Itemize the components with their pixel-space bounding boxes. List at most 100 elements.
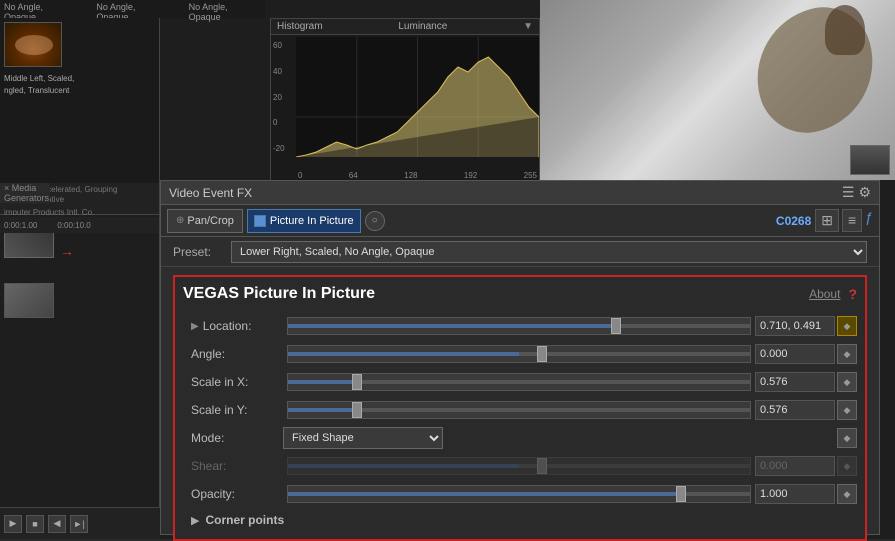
cat-preview [540, 0, 895, 180]
shear-value: 0.000 [755, 456, 835, 476]
pip-btn-label: Picture In Picture [270, 215, 354, 227]
pip-checkbox[interactable] [254, 215, 266, 227]
top-labels: No Angle, Opaque No Angle, Opaque No Ang… [0, 0, 265, 18]
histogram-x-axis: 0 64 128 192 255 [296, 171, 539, 180]
scale-x-row: Scale in X: 0.576 ◆ [183, 369, 857, 395]
shear-slider [287, 457, 751, 475]
angle-thumb[interactable] [537, 346, 547, 362]
opacity-slider[interactable] [287, 485, 751, 503]
opacity-value: 1.000 [755, 484, 835, 504]
panel-menu-icon[interactable]: ☰ [842, 184, 855, 201]
timeline-arrow: → [60, 243, 74, 259]
pip-button-group[interactable]: Picture In Picture [247, 209, 361, 233]
panel-title: Video Event FX [169, 186, 252, 200]
scale-x-value: 0.576 [755, 372, 835, 392]
mode-label: Mode: [183, 431, 283, 445]
scale-y-thumb[interactable] [352, 402, 362, 418]
shear-thumb [537, 458, 547, 474]
toolbar-fx-icon[interactable]: ƒ [865, 209, 873, 232]
opacity-thumb[interactable] [676, 486, 686, 502]
panel-icons: ☰ ⚙ [842, 184, 871, 201]
angle-row: Angle: 0.000 ◆ [183, 341, 857, 367]
opacity-row: Opacity: 1.000 ◆ [183, 481, 857, 507]
histogram-header: Histogram Luminance ▼ [271, 19, 539, 35]
timecode-bar: 0:00:1.00 0:00:10.0 [0, 217, 159, 233]
histogram-title: Histogram [277, 21, 323, 32]
location-slider[interactable] [287, 317, 751, 335]
scale-x-keyframe[interactable]: ◆ [837, 372, 857, 392]
media-generators-tab[interactable]: × Media Generators [0, 183, 53, 203]
location-value: 0.710, 0.491 [755, 316, 835, 336]
panel-close-icon[interactable]: ⚙ [858, 184, 871, 201]
pan-crop-icon: ⊕ [176, 215, 184, 226]
mode-keyframe[interactable]: ◆ [837, 428, 857, 448]
toolbar-list-icon[interactable]: ≡ [842, 209, 862, 232]
scale-y-row: Scale in Y: 0.576 ◆ [183, 397, 857, 423]
scale-y-keyframe[interactable]: ◆ [837, 400, 857, 420]
opacity-keyframe[interactable]: ◆ [837, 484, 857, 504]
histogram-dropdown-icon[interactable]: ▼ [523, 21, 533, 32]
corner-arrow-icon: ▶ [191, 514, 199, 527]
angle-label: Angle: [183, 347, 283, 361]
location-keyframe[interactable]: ◆ [837, 316, 857, 336]
next-btn[interactable]: ►| [70, 515, 88, 533]
scale-x-slider[interactable] [287, 373, 751, 391]
cat-image [540, 0, 895, 180]
scale-y-label: Scale in Y: [183, 403, 283, 417]
mode-select[interactable]: Fixed Shape [283, 427, 443, 449]
location-thumb[interactable] [611, 318, 621, 334]
preset-row: Preset: Lower Right, Scaled, No Angle, O… [161, 237, 879, 267]
preset-select[interactable]: Lower Right, Scaled, No Angle, Opaque [231, 241, 867, 263]
preset-label: Preset: [173, 245, 223, 259]
pip-box: VEGAS Picture In Picture About ? ▶ Locat… [173, 275, 867, 541]
location-label: ▶ Location: [183, 319, 283, 333]
stop-btn[interactable]: ■ [26, 515, 44, 533]
label-no-angle-1: No Angle, Opaque [4, 2, 76, 16]
about-link[interactable]: About [809, 287, 840, 301]
back-btn[interactable]: ◀ [48, 515, 66, 533]
label-no-angle-2: No Angle, Opaque [96, 2, 168, 16]
shear-row: Shear: 0.000 ◆ [183, 453, 857, 479]
location-row: ▶ Location: 0.710, 0.491 ◆ [183, 313, 857, 339]
histogram-canvas [296, 37, 539, 157]
panel-titlebar: Video Event FX ☰ ⚙ [161, 181, 879, 205]
corner-label: Corner points [205, 513, 284, 527]
toolbar-row: ⊕ Pan/Crop Picture In Picture ○ C0268 ⊞ … [161, 205, 879, 237]
media-tab-area: × Media Generators [0, 183, 50, 203]
scale-y-slider[interactable] [287, 401, 751, 419]
histogram-channel: Luminance [398, 21, 447, 32]
corner-points-row[interactable]: ▶ Corner points [183, 509, 857, 531]
pan-crop-label: Pan/Crop [187, 215, 233, 227]
mode-row: Mode: Fixed Shape ◆ [183, 425, 857, 451]
toolbar-grid-icon[interactable]: ⊞ [815, 209, 839, 232]
thumb-label-2: ngled, Translucent [4, 82, 69, 96]
event-code: C0268 [776, 214, 811, 228]
timeline-track: → 0:00:1.00 0:00:10.0 [0, 215, 160, 535]
label-no-angle-3: No Angle, Opaque [189, 2, 261, 16]
left-thumbnails: Middle Left, Scaled, ngled, Translucent [0, 18, 160, 183]
help-button[interactable]: ? [848, 286, 857, 302]
scale-x-thumb[interactable] [352, 374, 362, 390]
angle-slider[interactable] [287, 345, 751, 363]
toolbar-right-icons: ⊞ ≡ ƒ [815, 209, 873, 232]
play-btn[interactable]: ▶ [4, 515, 22, 533]
opacity-label: Opacity: [183, 487, 283, 501]
shear-keyframe: ◆ [837, 456, 857, 476]
scale-x-label: Scale in X: [183, 375, 283, 389]
pip-title: VEGAS Picture In Picture [183, 285, 375, 303]
shear-label: Shear: [183, 459, 283, 473]
thumbnail-eye [4, 22, 62, 67]
vefx-panel: Video Event FX ☰ ⚙ ⊕ Pan/Crop Picture In… [160, 180, 880, 535]
histogram-y-axis: 60 40 20 0 -20 [271, 37, 296, 157]
angle-value: 0.000 [755, 344, 835, 364]
track-thumbnail-2[interactable] [4, 283, 54, 318]
histogram-area: Histogram Luminance ▼ 60 40 20 0 -20 0 6… [270, 18, 540, 183]
pip-box-header: VEGAS Picture In Picture About ? [183, 285, 857, 303]
location-expand[interactable]: ▶ [191, 321, 199, 332]
pan-crop-button[interactable]: ⊕ Pan/Crop [167, 209, 243, 233]
circle-btn[interactable]: ○ [365, 211, 385, 231]
timeline-controls: ▶ ■ ◀ ►| [0, 507, 160, 539]
scale-y-value: 0.576 [755, 400, 835, 420]
pip-header-right: About ? [809, 286, 857, 302]
angle-keyframe[interactable]: ◆ [837, 344, 857, 364]
